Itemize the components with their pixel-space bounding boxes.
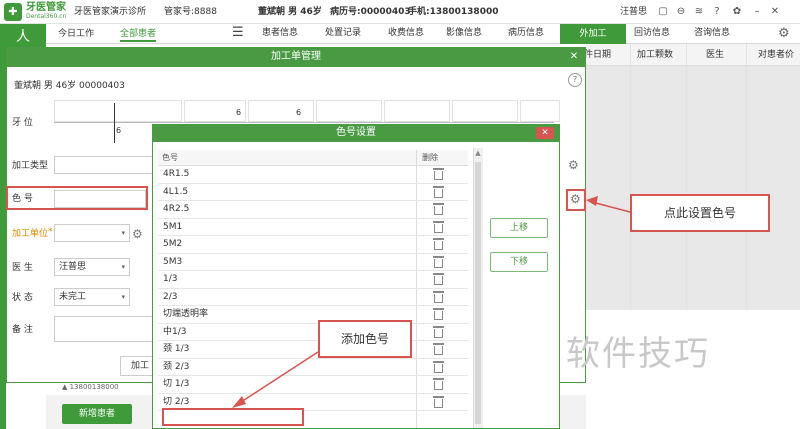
- arrow-add-color-head: [232, 396, 246, 408]
- annotation-add-color: 添加色号: [340, 332, 389, 346]
- arrow-click-set-head: [586, 196, 598, 206]
- watermark: 软件技巧: [566, 334, 710, 374]
- arrow-click-set: [591, 201, 631, 213]
- annotation-click-set: 点此设置色号: [663, 206, 736, 220]
- arrow-add-color: [237, 351, 319, 405]
